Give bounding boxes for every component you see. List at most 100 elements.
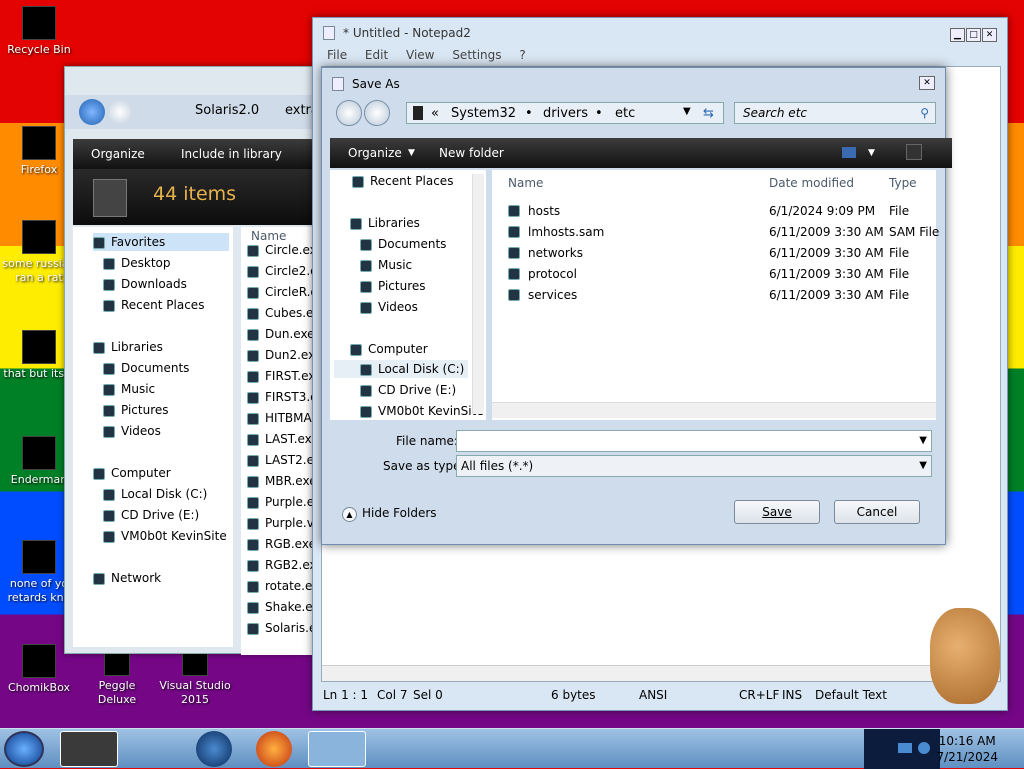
nav-pictures[interactable]: Pictures <box>360 277 426 295</box>
search-input[interactable]: Search etc ⚲ <box>734 102 936 124</box>
view-chevron-icon[interactable]: ▼ <box>868 138 875 168</box>
horizontal-scrollbar[interactable] <box>492 402 936 418</box>
executable-icon <box>247 328 259 341</box>
chevron-down-icon[interactable]: ▼ <box>683 106 691 117</box>
dialog-address-bar[interactable]: « System32 • drivers • etc ▼ ⇆ <box>406 102 724 124</box>
nav-music[interactable]: Music <box>103 380 155 398</box>
chevron-down-icon[interactable]: ▼ <box>919 456 927 476</box>
horizontal-scrollbar[interactable] <box>322 665 1000 681</box>
nav-scrollbar[interactable] <box>472 174 484 414</box>
nav-recent-places[interactable]: Recent Places <box>103 296 204 314</box>
view-options-icon[interactable] <box>842 147 856 158</box>
organize-button[interactable]: Organize <box>348 138 402 168</box>
nav-videos[interactable]: Videos <box>360 298 418 316</box>
nav-documents[interactable]: Documents <box>103 359 189 377</box>
chevron-down-icon[interactable]: ▼ <box>919 431 927 451</box>
nav-cd-drive[interactable]: CD Drive (E:) <box>360 381 456 399</box>
menu-view[interactable]: View <box>406 48 434 62</box>
save-as-type-label: Save as type: <box>383 459 465 473</box>
include-in-library-button[interactable]: Include in library <box>181 147 282 161</box>
column-header-type[interactable]: Type <box>889 176 917 190</box>
taskbar-notepad[interactable] <box>308 731 366 767</box>
desktop-icon-visual-studio[interactable]: Visual Studio 2015 <box>158 650 232 707</box>
disk-icon <box>360 363 372 376</box>
file-name: protocol <box>528 267 577 281</box>
help-icon[interactable] <box>906 144 922 160</box>
taskbar-firefox[interactable] <box>256 731 292 767</box>
breadcrumb-system32[interactable]: System32 <box>451 106 516 121</box>
maximize-button[interactable]: □ <box>966 28 981 42</box>
nav-local-disk[interactable]: Local Disk (C:) <box>103 485 207 503</box>
executable-icon <box>247 391 259 404</box>
explorer-window[interactable]: Solaris2.0 extra Organize Include in lib… <box>64 66 323 655</box>
nav-vm0b0t[interactable]: VM0b0t KevinSite <box>360 402 484 420</box>
nav-downloads[interactable]: Downloads <box>103 275 187 293</box>
back-icon[interactable] <box>79 99 105 125</box>
new-folder-button[interactable]: New folder <box>439 138 504 168</box>
nav-recent-places[interactable]: Recent Places <box>352 172 453 190</box>
explorer-address-bar[interactable]: Solaris2.0 extra <box>65 95 321 129</box>
hide-folders-button[interactable]: ▲ Hide Folders <box>342 506 437 522</box>
nav-network[interactable]: Network <box>93 569 161 587</box>
nav-videos[interactable]: Videos <box>103 422 161 440</box>
desktop-icon-recycle-bin[interactable]: Recycle Bin <box>2 6 76 57</box>
menu-settings[interactable]: Settings <box>452 48 501 62</box>
menu-edit[interactable]: Edit <box>365 48 388 62</box>
file-row[interactable]: networks 6/11/2009 3:30 AM File <box>492 243 936 263</box>
dialog-close-button[interactable]: ✕ <box>919 76 935 90</box>
file-name-input[interactable]: ▼ <box>456 430 932 452</box>
nav-desktop[interactable]: Desktop <box>103 254 171 272</box>
breadcrumb-overflow[interactable]: « <box>431 106 439 121</box>
refresh-icon[interactable]: ⇆ <box>703 106 714 121</box>
dialog-nav-pane: Recent Places Libraries Documents Music … <box>330 170 486 420</box>
search-icon[interactable]: ⚲ <box>920 106 929 120</box>
save-as-dialog[interactable]: Save As ✕ « System32 • drivers • etc ▼ ⇆… <box>321 67 952 545</box>
file-row[interactable]: lmhosts.sam 6/11/2009 3:30 AM SAM File <box>492 222 939 242</box>
file-row[interactable]: protocol 6/11/2009 3:30 AM File <box>492 264 936 284</box>
file-date: 6/1/2024 9:09 PM <box>769 204 876 218</box>
explorer-toolbar: Organize Include in library <box>73 139 323 169</box>
executable-icon <box>247 538 259 551</box>
forward-icon[interactable] <box>107 99 133 125</box>
file-row[interactable]: services 6/11/2009 3:30 AM File <box>492 285 936 305</box>
file-row[interactable]: hosts 6/1/2024 9:09 PM File <box>492 201 936 221</box>
nav-cd-drive[interactable]: CD Drive (E:) <box>103 506 199 524</box>
nav-vm0b0t[interactable]: VM0b0t KevinSite <box>103 527 227 545</box>
clock[interactable]: 10:16 AM 7/21/2024 <box>936 733 998 765</box>
nav-music[interactable]: Music <box>360 256 412 274</box>
save-button[interactable]: Save <box>734 500 820 524</box>
nav-libraries[interactable]: Libraries <box>93 338 163 356</box>
nav-favorites[interactable]: Favorites <box>93 233 229 251</box>
menu-file[interactable]: File <box>327 48 347 62</box>
nav-libraries[interactable]: Libraries <box>350 214 420 232</box>
close-button[interactable]: ✕ <box>982 28 997 42</box>
taskbar-globe[interactable] <box>196 731 232 767</box>
file-name-label: File name: <box>396 434 458 448</box>
nav-computer[interactable]: Computer <box>93 464 171 482</box>
nav-documents[interactable]: Documents <box>360 235 446 253</box>
breadcrumb-drivers[interactable]: drivers <box>543 106 588 121</box>
save-as-type-select[interactable]: All files (*.*) ▼ <box>456 455 932 477</box>
star-icon <box>93 236 105 249</box>
file-date: 6/11/2009 3:30 AM <box>769 267 884 281</box>
monitor-icon[interactable] <box>898 743 912 753</box>
file-date: 6/11/2009 3:30 AM <box>769 246 884 260</box>
organize-button[interactable]: Organize <box>91 147 145 161</box>
breadcrumb-etc[interactable]: etc <box>615 106 635 121</box>
taskbar-media-player[interactable] <box>120 731 164 767</box>
column-header-name[interactable]: Name <box>508 176 543 190</box>
start-button[interactable] <box>4 731 44 767</box>
minimize-button[interactable]: ▁ <box>950 28 965 42</box>
cancel-button[interactable]: Cancel <box>834 500 920 524</box>
column-header-date[interactable]: Date modified <box>769 176 854 190</box>
back-icon[interactable] <box>336 100 362 126</box>
nav-computer[interactable]: Computer <box>350 340 428 358</box>
nav-local-disk[interactable]: Local Disk (C:) <box>334 360 468 378</box>
volume-icon[interactable] <box>918 742 930 754</box>
taskbar-explorer[interactable] <box>60 731 118 767</box>
desktop-icon-peggle[interactable]: Peggle Deluxe <box>80 650 154 707</box>
nav-pictures[interactable]: Pictures <box>103 401 169 419</box>
breadcrumb-root[interactable]: Solaris2.0 <box>195 103 259 118</box>
menu-help[interactable]: ? <box>519 48 525 62</box>
forward-icon[interactable] <box>364 100 390 126</box>
